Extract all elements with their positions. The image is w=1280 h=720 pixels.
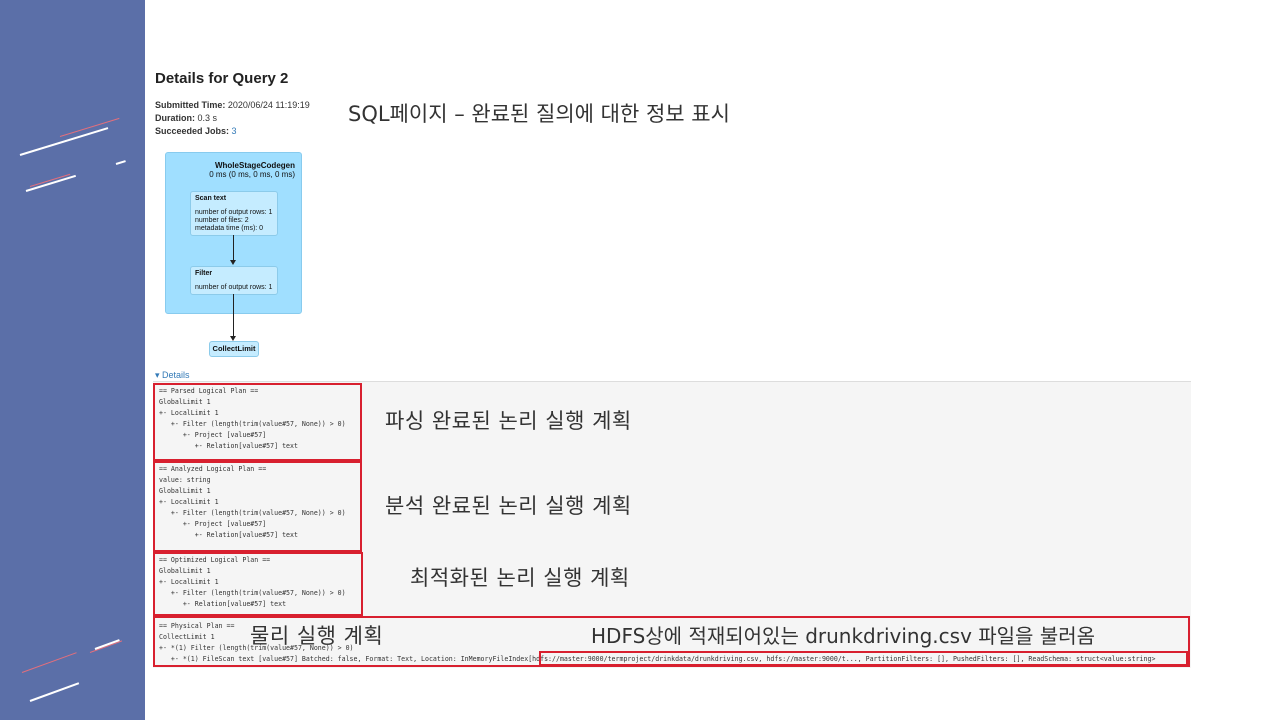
- scan-metric-metadata: metadata time (ms): 0: [195, 225, 264, 232]
- decor-stroke: [115, 160, 126, 165]
- duration: Duration: 0.3 s: [155, 113, 217, 123]
- submitted-time-label: Submitted Time:: [155, 100, 226, 110]
- filter-metric-rows: number of output rows: 1: [195, 284, 273, 291]
- filter-node[interactable]: Filter number of output rows: 1: [190, 266, 278, 295]
- whole-stage-codegen-cluster[interactable]: WholeStageCodegen 0 ms (0 ms, 0 ms, 0 ms…: [165, 152, 302, 314]
- dag-edge: [233, 235, 234, 260]
- succeeded-jobs: Succeeded Jobs: 3: [155, 126, 237, 136]
- decor-stroke: [29, 173, 71, 187]
- submitted-time: Submitted Time: 2020/06/24 11:19:19: [155, 100, 310, 110]
- cluster-title: WholeStageCodegen 0 ms (0 ms, 0 ms, 0 ms…: [209, 161, 295, 179]
- succeeded-jobs-link[interactable]: 3: [232, 126, 237, 136]
- scan-metric-files: number of files: 2: [195, 217, 249, 224]
- annotation-physical-plan: 물리 실행 계획: [250, 624, 384, 648]
- scan-text-node[interactable]: Scan text number of output rows: 1 numbe…: [190, 191, 278, 236]
- highlight-analyzed-plan: [153, 461, 362, 552]
- highlight-optimized-plan: [153, 552, 363, 616]
- details-toggle[interactable]: ▾ Details: [155, 370, 190, 381]
- succeeded-jobs-label: Succeeded Jobs:: [155, 126, 230, 136]
- dag-arrow: [230, 260, 236, 265]
- highlight-hdfs-path: [539, 651, 1188, 666]
- submitted-time-value: 2020/06/24 11:19:19: [227, 100, 310, 110]
- highlight-parsed-plan: [153, 383, 362, 461]
- page-title: Details for Query 2: [155, 70, 289, 87]
- sql-page-annotation: SQL페이지 – 완료된 질의에 대한 정보 표시: [348, 102, 730, 126]
- annotation-analyzed-plan: 분석 완료된 논리 실행 계획: [385, 494, 632, 518]
- cluster-timing: 0 ms (0 ms, 0 ms, 0 ms): [209, 170, 295, 179]
- dag-edge: [233, 294, 234, 336]
- decor-stroke: [29, 682, 80, 702]
- scan-metric-rows: number of output rows: 1: [195, 209, 273, 216]
- duration-label: Duration:: [155, 113, 195, 123]
- decor-stroke: [94, 639, 120, 650]
- annotation-parsed-plan: 파싱 완료된 논리 실행 계획: [385, 409, 632, 433]
- decor-stroke: [19, 127, 109, 156]
- decorative-sidebar: [0, 0, 145, 720]
- filter-node-title: Filter: [195, 270, 213, 277]
- duration-value: 0.3 s: [197, 113, 218, 123]
- collect-limit-node[interactable]: CollectLimit: [209, 341, 259, 357]
- scan-node-title: Scan text: [195, 195, 227, 202]
- decor-stroke: [89, 640, 123, 653]
- annotation-hdfs-file: HDFS상에 적재되어있는 drunkdriving.csv 파일을 불러옴: [591, 624, 1096, 648]
- annotation-optimized-plan: 최적화된 논리 실행 계획: [410, 566, 630, 590]
- cluster-name: WholeStageCodegen: [214, 161, 295, 170]
- decor-stroke: [25, 174, 77, 192]
- decor-stroke: [21, 652, 77, 673]
